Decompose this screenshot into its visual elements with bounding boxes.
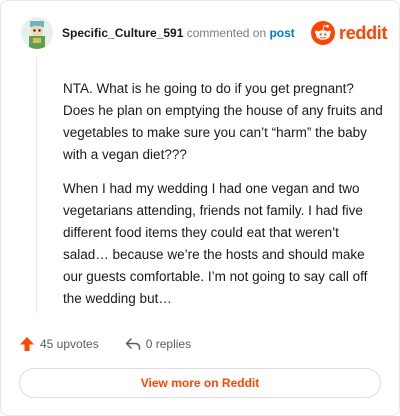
avatar[interactable] — [21, 17, 53, 49]
view-more-button[interactable]: View more on Reddit — [19, 368, 381, 398]
reddit-logo[interactable]: reddit — [311, 21, 388, 45]
reply-button[interactable]: 0 replies — [125, 336, 191, 352]
commented-on-label: commented on — [186, 26, 267, 40]
reply-arrow-icon — [125, 338, 140, 350]
reddit-wordmark: reddit — [339, 22, 388, 43]
reply-count: 0 replies — [145, 337, 192, 351]
comment-card: Specific_Culture_591 commented on post r… — [0, 0, 400, 416]
avatar-icon — [21, 17, 53, 49]
upvote-arrow-icon — [20, 337, 34, 351]
username[interactable]: Specific_Culture_591 — [62, 26, 183, 40]
comment-body: NTA. What is he going to do if you get p… — [63, 78, 383, 322]
comment-actions: 45 upvotes 0 replies — [19, 334, 191, 354]
upvote-button[interactable]: 45 upvotes — [19, 336, 99, 352]
comment-paragraph: NTA. What is he going to do if you get p… — [63, 81, 383, 162]
upvote-count: 45 upvotes — [40, 337, 99, 351]
comment-header: Specific_Culture_591 commented on post — [62, 26, 295, 40]
reddit-logo-icon — [311, 21, 335, 45]
comment-paragraph: When I had my wedding I had one vegan an… — [63, 181, 368, 306]
thread-line — [36, 57, 37, 313]
post-link[interactable]: post — [269, 26, 294, 40]
